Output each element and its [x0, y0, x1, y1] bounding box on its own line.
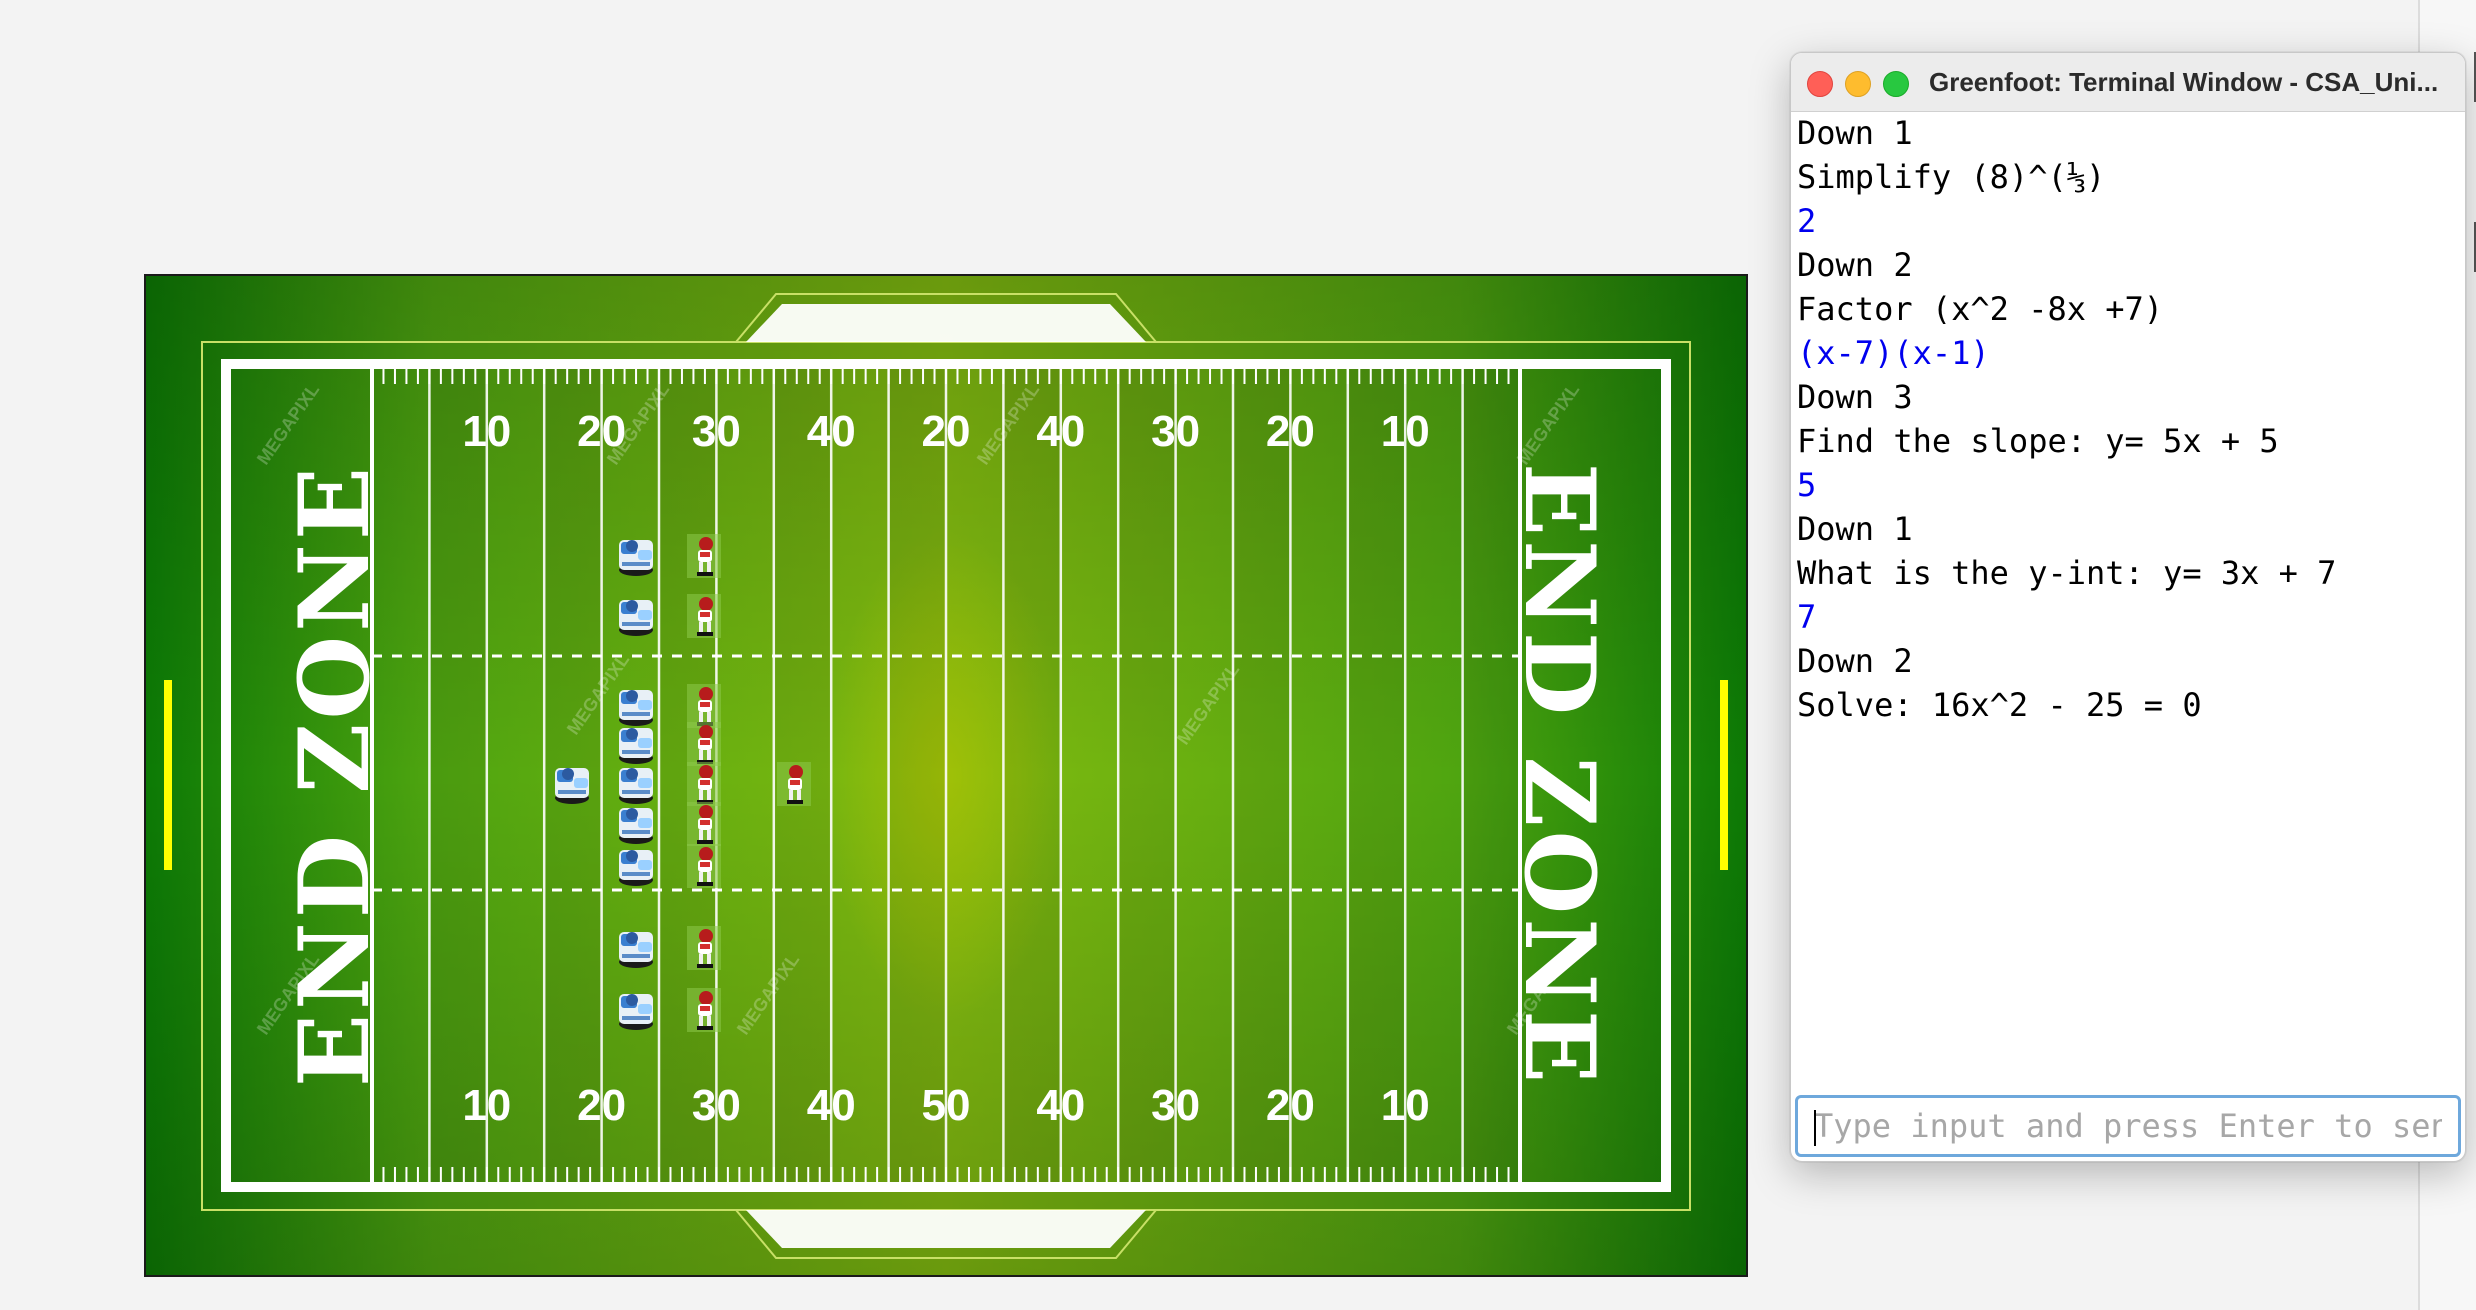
blue-team-player-icon[interactable]	[619, 768, 653, 804]
blue-team-player-icon[interactable]	[619, 808, 653, 844]
red-team-player-icon[interactable]	[687, 802, 721, 846]
terminal-input-echo-line: (x-7)(x-1)	[1797, 334, 1990, 372]
blue-team-player-icon[interactable]	[555, 768, 589, 804]
yard-number-top: 10	[462, 407, 511, 456]
yard-number-top: 10	[1381, 407, 1430, 456]
terminal-output-line: Find the slope: y= 5x + 5	[1797, 422, 2279, 460]
blue-team-player-icon[interactable]	[619, 994, 653, 1030]
terminal-input-echo-line: 2	[1797, 202, 1817, 240]
terminal-output-line: Down 2	[1797, 246, 1913, 284]
red-team-player-icon[interactable]	[687, 926, 721, 970]
yard-number-top: 20	[922, 407, 971, 456]
red-team-player-icon[interactable]	[777, 762, 811, 806]
yard-number-bottom: 40	[1036, 1081, 1085, 1130]
yard-number-top: 30	[1151, 407, 1200, 456]
blue-team-player-icon[interactable]	[619, 850, 653, 886]
terminal-output-line: Solve: 16x^2 - 25 = 0	[1797, 686, 2202, 724]
blue-team-player-icon[interactable]	[619, 600, 653, 636]
blue-team-player-icon[interactable]	[619, 932, 653, 968]
yard-number-top: 40	[1036, 407, 1085, 456]
yard-number-bottom: 30	[1151, 1081, 1200, 1130]
close-button[interactable]	[1807, 71, 1833, 97]
yard-number-bottom: 50	[922, 1081, 971, 1130]
yard-number-bottom: 20	[1266, 1081, 1315, 1130]
terminal-input-echo-line: 7	[1797, 598, 1817, 636]
yard-number-top: 20	[1266, 407, 1315, 456]
yard-number-top: 30	[692, 407, 741, 456]
terminal-output[interactable]: Down 1 Simplify (8)^(⅓) 2 Down 2 Factor (x^2…	[1797, 111, 2457, 1071]
red-team-player-icon[interactable]	[687, 534, 721, 578]
title-bar[interactable]: Greenfoot: Terminal Window - CSA_Uni...	[1791, 53, 2465, 112]
terminal-output-line: Simplify (8)^(⅓)	[1797, 158, 2106, 196]
minimize-button[interactable]	[1845, 71, 1871, 97]
left-goalpost	[164, 680, 172, 870]
red-team-player-icon[interactable]	[687, 988, 721, 1032]
terminal-output-line: Down 3	[1797, 378, 1913, 416]
football-field-world[interactable]: END ZONE END ZONE 10 20 30 40 20 40 30 20 10 10 2…	[144, 274, 1748, 1277]
yard-number-bottom: 30	[692, 1081, 741, 1130]
blue-team-player-icon[interactable]	[619, 540, 653, 576]
red-team-player-icon[interactable]	[687, 762, 721, 806]
red-team-player-icon[interactable]	[687, 844, 721, 888]
terminal-input-box[interactable]	[1795, 1095, 2461, 1157]
terminal-output-line: Down 1	[1797, 114, 1913, 152]
zoom-button[interactable]	[1883, 71, 1909, 97]
terminal-output-line: Down 1	[1797, 510, 1913, 548]
yard-number-bottom: 40	[807, 1081, 856, 1130]
red-team-player-icon[interactable]	[687, 594, 721, 638]
yard-number-top: 40	[807, 407, 856, 456]
terminal-window[interactable]: Greenfoot: Terminal Window - CSA_Uni... …	[1790, 52, 2466, 1162]
terminal-output-line: Down 2	[1797, 642, 1913, 680]
window-title: Greenfoot: Terminal Window - CSA_Uni...	[1929, 67, 2439, 97]
right-goalpost	[1720, 680, 1728, 870]
right-end-zone-label: END ZONE	[1503, 463, 1616, 1087]
bottom-yard-numbers: 10 20 30 40 50 40 30 20 10	[462, 1081, 1429, 1130]
terminal-input-echo-line: 5	[1797, 466, 1817, 504]
red-team-player-icon[interactable]	[687, 722, 721, 766]
terminal-input[interactable]	[1798, 1098, 2458, 1154]
blue-team-player-icon[interactable]	[619, 728, 653, 764]
blue-team-player-icon[interactable]	[619, 690, 653, 726]
yard-number-bottom: 20	[577, 1081, 626, 1130]
terminal-output-line: What is the y-int: y= 3x + 7	[1797, 554, 2337, 592]
red-team-player-icon[interactable]	[687, 684, 721, 728]
terminal-output-line: Factor (x^2 -8x +7)	[1797, 290, 2164, 328]
yard-number-bottom: 10	[1381, 1081, 1430, 1130]
text-caret	[1814, 1110, 1816, 1146]
yard-number-bottom: 10	[462, 1081, 511, 1130]
